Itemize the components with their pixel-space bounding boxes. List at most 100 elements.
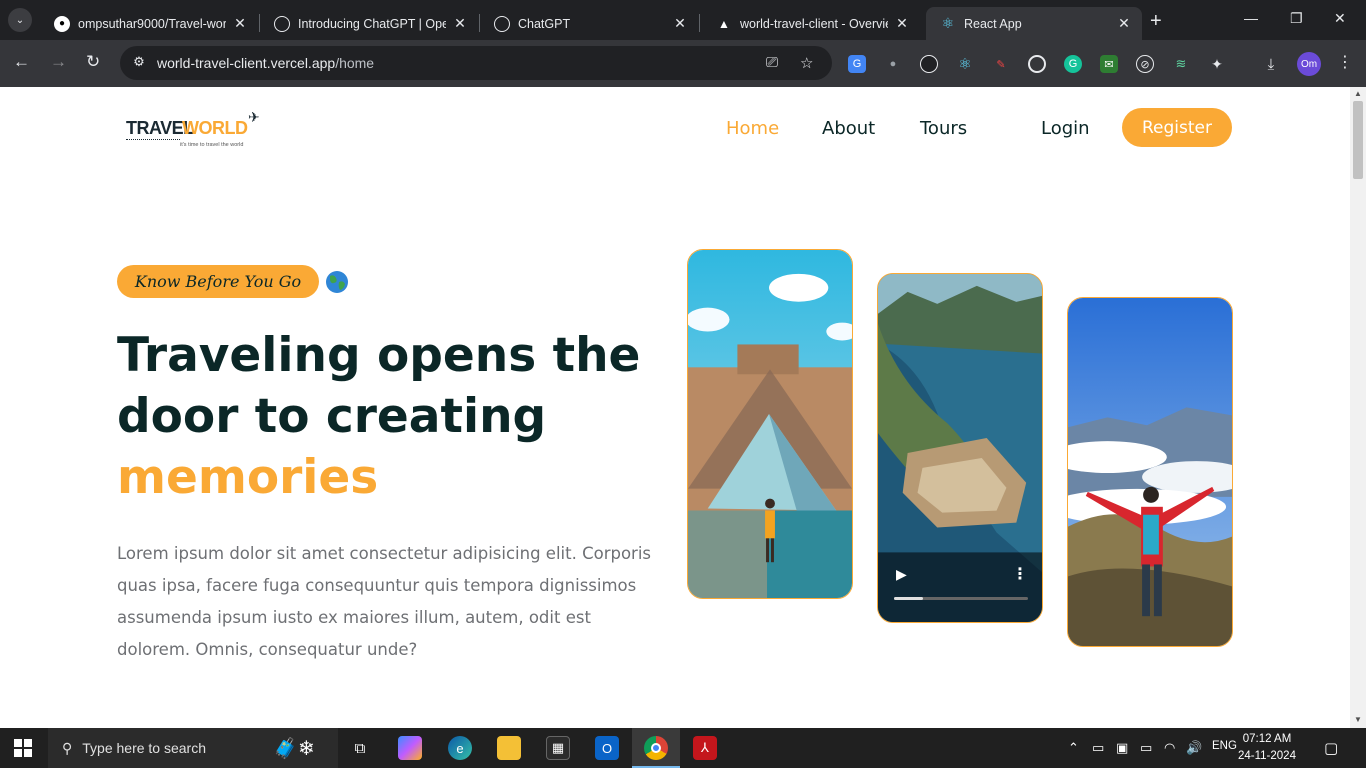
tab-chatgpt[interactable]: ChatGPT ✕ (480, 7, 698, 40)
clock-time: 07:12 AM (1242, 733, 1292, 745)
hero-image-louvre (687, 249, 853, 599)
language-indicator[interactable]: ENG (1212, 740, 1237, 752)
hero-headline: Traveling opens the door to creating mem… (117, 325, 677, 508)
hero-subtitle: Know Before You Go (117, 265, 319, 298)
hero-image-hiker (1067, 297, 1233, 647)
vercel-icon: ▲ (718, 16, 730, 31)
browser-menu-icon[interactable]: ⋮ (1337, 52, 1353, 72)
forward-icon[interactable]: → (50, 52, 67, 72)
search-placeholder: Type here to search (82, 740, 207, 756)
copilot-icon[interactable] (398, 736, 422, 760)
site-logo[interactable]: TRAVEL WORLD it's time to travel the wor… (124, 109, 266, 153)
download-icon[interactable]: ⤓ (1262, 55, 1280, 73)
github-icon: ● (54, 15, 70, 32)
tray-app-icon[interactable]: ▣ (1116, 740, 1128, 756)
show-hidden-icons-icon[interactable]: ⌃ (1068, 740, 1079, 756)
url-text[interactable]: world-travel-client.vercel.app/home (157, 55, 374, 71)
edge-icon[interactable]: e (448, 736, 472, 760)
address-bar[interactable]: ⚙ world-travel-client.vercel.app/home ⎚ … (120, 46, 832, 80)
register-button[interactable]: Register (1122, 108, 1232, 147)
weather-widget-icon[interactable]: 🧳❄ (262, 736, 326, 760)
tab-openai[interactable]: Introducing ChatGPT | OpenAI ✕ (260, 7, 478, 40)
scroll-up-icon[interactable]: ▲ (1354, 89, 1362, 98)
extensions-puzzle-icon[interactable]: ✦ (1208, 55, 1226, 73)
windows-start-icon[interactable] (14, 739, 32, 757)
openai-icon (274, 15, 290, 32)
globe-icon (326, 271, 348, 293)
tab-title: Introducing ChatGPT | OpenAI (298, 16, 446, 31)
close-tab-icon[interactable]: ✕ (452, 15, 468, 32)
reload-icon[interactable]: ↻ (86, 52, 100, 72)
logo-tagline: it's time to travel the world (180, 142, 244, 148)
headline-line-2: door to creating (117, 389, 547, 444)
browser-tab-bar: ⌄ ● ompsuthar9000/Travel-world ✕ Introdu… (0, 0, 1366, 40)
browser-toolbar: ← → ↻ ⚙ world-travel-client.vercel.app/h… (0, 40, 1366, 87)
close-tab-icon[interactable]: ✕ (894, 15, 910, 32)
nav-about[interactable]: About (822, 118, 875, 139)
chrome-icon[interactable] (644, 736, 668, 760)
grammarly-icon[interactable]: G (1064, 55, 1082, 73)
hero-video[interactable]: ▶ ⋮ (877, 273, 1043, 623)
tab-vercel[interactable]: ▲ world-travel-client - Overview ✕ (702, 7, 920, 40)
tab-title: world-travel-client - Overview (740, 16, 888, 31)
outlook-icon[interactable]: O (595, 736, 619, 760)
install-app-icon[interactable]: ⎚ (766, 54, 778, 71)
airplane-icon: ✈ (248, 109, 260, 125)
compass-icon[interactable]: ⊘ (1136, 55, 1154, 73)
site-settings-icon[interactable]: ⚙ (130, 54, 148, 72)
close-tab-icon[interactable]: ✕ (232, 15, 248, 32)
scrollbar-thumb[interactable] (1353, 101, 1363, 179)
tab-github[interactable]: ● ompsuthar9000/Travel-world ✕ (40, 7, 258, 40)
react-devtools-icon[interactable]: ⚛ (956, 55, 974, 73)
tab-divider (699, 14, 700, 32)
file-explorer-icon[interactable] (497, 736, 521, 760)
microsoft-store-icon[interactable]: ▦ (546, 736, 570, 760)
volume-icon[interactable]: 🔊 (1186, 740, 1202, 756)
search-icon: ⚲ (62, 739, 73, 756)
task-view-icon[interactable]: ⧉ (348, 736, 372, 760)
back-icon[interactable]: ← (13, 52, 30, 72)
web-page: TRAVEL WORLD it's time to travel the wor… (0, 87, 1350, 728)
react-icon: ⚛ (941, 15, 955, 31)
close-tab-icon[interactable]: ✕ (672, 15, 688, 32)
profile-avatar[interactable]: Om (1297, 52, 1321, 76)
close-window-icon[interactable]: ✕ (1334, 10, 1346, 27)
video-play-icon[interactable]: ▶ (896, 566, 907, 583)
video-progress-bar[interactable] (894, 597, 1028, 600)
battery-icon[interactable]: ▭ (1140, 740, 1152, 756)
close-tab-icon[interactable]: ✕ (1116, 15, 1132, 32)
extension-icon[interactable] (1028, 55, 1046, 73)
logo-word-world: WORLD (182, 118, 248, 138)
meet-now-icon[interactable]: ▭ (1092, 740, 1104, 756)
tab-title: ChatGPT (518, 16, 571, 31)
restore-icon[interactable]: ❐ (1290, 10, 1303, 27)
wifi-icon[interactable]: ◠ (1164, 740, 1175, 756)
nav-home[interactable]: Home (726, 118, 779, 139)
google-translate-icon[interactable]: G (848, 55, 866, 73)
headline-highlight: memories (117, 450, 379, 505)
taskbar-clock[interactable]: 07:12 AM 24-11-2024 (1238, 731, 1296, 765)
video-more-options-icon[interactable]: ⋮ (1012, 564, 1028, 584)
tab-title: React App (964, 16, 1022, 31)
acrobat-icon[interactable]: ⅄ (693, 736, 717, 760)
tab-react-app[interactable]: ⚛ React App ✕ (926, 7, 1142, 40)
notifications-icon[interactable]: ▢ (1324, 739, 1338, 757)
bookmark-star-icon[interactable]: ☆ (800, 54, 813, 72)
new-tab-icon[interactable]: + (1150, 10, 1162, 33)
scroll-down-icon[interactable]: ▼ (1354, 715, 1362, 724)
page-scrollbar[interactable]: ▲ ▼ (1350, 87, 1366, 728)
headline-line-1: Traveling opens the (117, 328, 641, 383)
extension-icon[interactable]: ≋ (1172, 55, 1190, 73)
extension-icon[interactable]: ● (884, 55, 902, 73)
windows-taskbar: ⚲ Type here to search 🧳❄ ⧉ e ▦ O ⅄ ⌃ ▭ ▣… (0, 728, 1366, 768)
minimize-icon[interactable]: — (1244, 10, 1258, 26)
login-link[interactable]: Login (1041, 118, 1090, 139)
nav-tours[interactable]: Tours (920, 118, 967, 139)
tab-search-icon[interactable]: ⌄ (8, 8, 32, 32)
url-host: world-travel-client.vercel.app (157, 55, 336, 71)
url-path: /home (335, 55, 375, 71)
mail-extension-icon[interactable]: ✉ (1100, 55, 1118, 73)
video-progress-fill (894, 597, 924, 600)
extension-icon[interactable] (920, 55, 938, 73)
css-extension-icon[interactable]: ✎ (992, 55, 1010, 73)
